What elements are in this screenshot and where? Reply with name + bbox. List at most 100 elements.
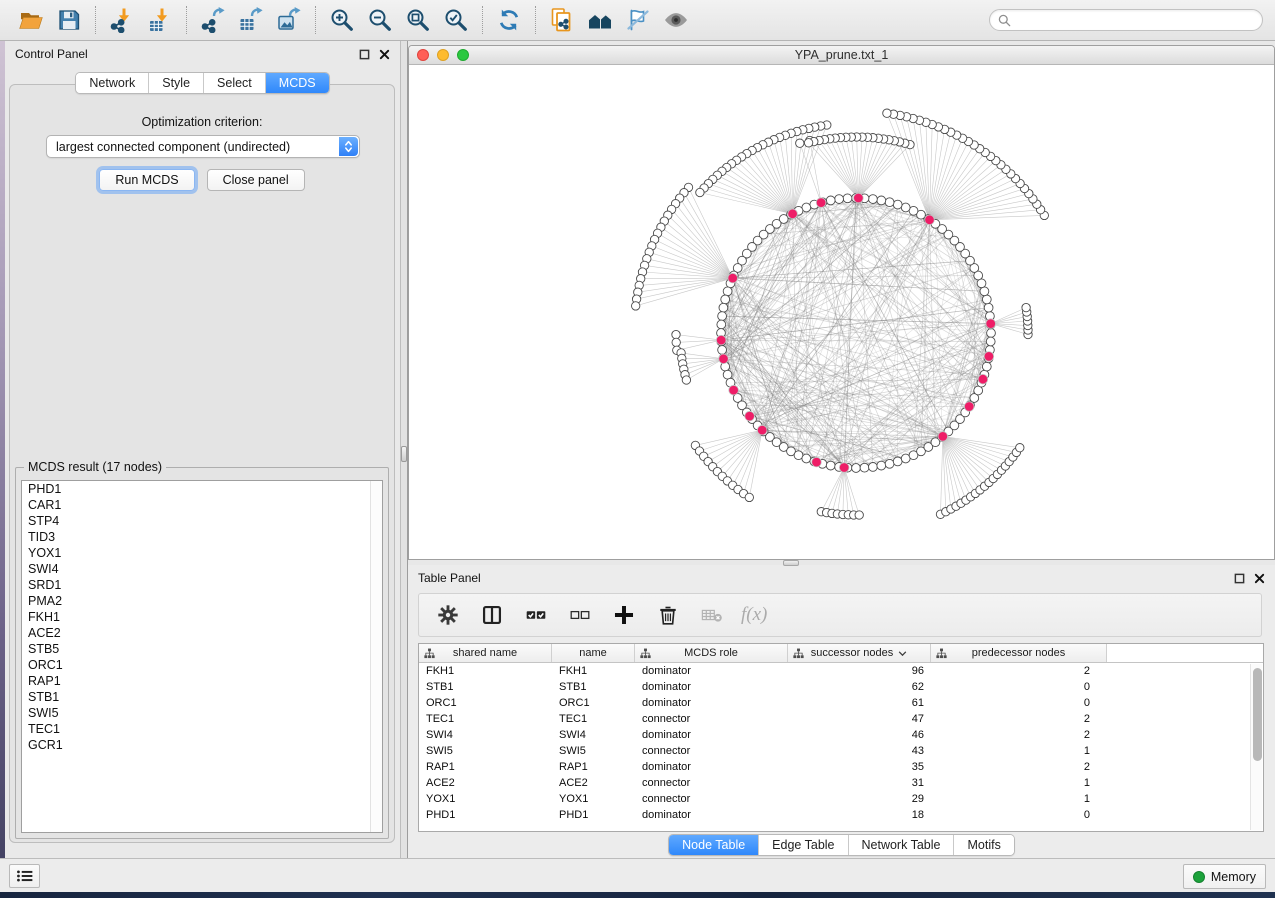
tab-network[interactable]: Network xyxy=(76,73,148,93)
cell-name[interactable]: FKH1 xyxy=(552,665,635,677)
close-table-panel-icon[interactable] xyxy=(1254,573,1265,584)
import-table-button[interactable] xyxy=(141,4,179,36)
mcds-node-item[interactable]: PHD1 xyxy=(22,481,382,497)
cell-shared-name[interactable]: SWI4 xyxy=(419,729,552,741)
table-scrollbar[interactable] xyxy=(1250,664,1262,830)
tab-network-table[interactable]: Network Table xyxy=(848,835,954,855)
network-node[interactable] xyxy=(893,457,902,466)
network-node[interactable] xyxy=(986,337,995,346)
mcds-hub-node[interactable] xyxy=(757,425,767,435)
tab-select[interactable]: Select xyxy=(203,73,265,93)
network-node[interactable] xyxy=(719,303,728,312)
zoom-fit-button[interactable] xyxy=(399,4,437,36)
cell-shared-name[interactable]: FKH1 xyxy=(419,665,552,677)
cell-predecessor-nodes[interactable]: 2 xyxy=(931,713,1107,725)
cell-predecessor-nodes[interactable]: 2 xyxy=(931,729,1107,741)
column-header-successor-nodes[interactable]: successor nodes xyxy=(788,644,931,662)
cell-shared-name[interactable]: STB1 xyxy=(419,681,552,693)
cell-predecessor-nodes[interactable]: 2 xyxy=(931,665,1107,677)
mcds-hub-node[interactable] xyxy=(978,374,988,384)
add-column-button[interactable] xyxy=(609,600,639,630)
cell-MCDS-role[interactable]: dominator xyxy=(635,681,788,693)
cell-MCDS-role[interactable]: dominator xyxy=(635,697,788,709)
cell-successor-nodes[interactable]: 96 xyxy=(788,665,931,677)
cell-predecessor-nodes[interactable]: 2 xyxy=(931,761,1107,773)
cell-successor-nodes[interactable]: 47 xyxy=(788,713,931,725)
network-node[interactable] xyxy=(718,346,727,355)
network-node[interactable] xyxy=(885,459,894,468)
network-node[interactable] xyxy=(826,196,835,205)
cell-predecessor-nodes[interactable]: 1 xyxy=(931,777,1107,789)
mcds-node-item[interactable]: CAR1 xyxy=(22,497,382,513)
tab-edge-table[interactable]: Edge Table xyxy=(758,835,847,855)
cell-name[interactable]: ACE2 xyxy=(552,777,635,789)
search-input[interactable] xyxy=(1016,13,1254,27)
mcds-hub-node[interactable] xyxy=(925,215,935,225)
cell-shared-name[interactable]: PHD1 xyxy=(419,809,552,821)
mcds-node-item[interactable]: ORC1 xyxy=(22,657,382,673)
table-row[interactable]: STB1STB1dominator620 xyxy=(419,679,1263,695)
mcds-node-item[interactable]: RAP1 xyxy=(22,673,382,689)
delete-column-button[interactable] xyxy=(653,600,683,630)
cell-shared-name[interactable]: ORC1 xyxy=(419,697,552,709)
mcds-node-item[interactable]: SWI5 xyxy=(22,705,382,721)
cell-MCDS-role[interactable]: dominator xyxy=(635,761,788,773)
cell-name[interactable]: SWI5 xyxy=(552,745,635,757)
network-node[interactable] xyxy=(717,320,726,329)
mcds-hub-node[interactable] xyxy=(984,352,994,362)
tab-node-table[interactable]: Node Table xyxy=(669,835,758,855)
network-node[interactable] xyxy=(723,370,732,379)
mcds-node-item[interactable]: YOX1 xyxy=(22,545,382,561)
cell-MCDS-role[interactable]: connector xyxy=(635,745,788,757)
network-node[interactable] xyxy=(718,312,727,321)
table-row[interactable]: TEC1TEC1connector472 xyxy=(419,711,1263,727)
mcds-hub-node[interactable] xyxy=(729,385,739,395)
network-node[interactable] xyxy=(860,463,869,472)
column-header-MCDS-role[interactable]: MCDS role xyxy=(635,644,788,662)
cell-MCDS-role[interactable]: dominator xyxy=(635,809,788,821)
cell-MCDS-role[interactable]: connector xyxy=(635,713,788,725)
cell-name[interactable]: PHD1 xyxy=(552,809,635,821)
cell-name[interactable]: YOX1 xyxy=(552,793,635,805)
network-node[interactable] xyxy=(885,198,894,207)
cell-successor-nodes[interactable]: 46 xyxy=(788,729,931,741)
mcds-node-item[interactable]: TID3 xyxy=(22,529,382,545)
network-node[interactable] xyxy=(883,109,891,117)
mcds-result-list[interactable]: PHD1CAR1STP4TID3YOX1SWI4SRD1PMA2FKH1ACE2… xyxy=(21,480,383,833)
table-scrollbar-thumb[interactable] xyxy=(1253,668,1262,761)
cell-shared-name[interactable]: SWI5 xyxy=(419,745,552,757)
network-titlebar[interactable]: YPA_prune.txt_1 xyxy=(409,46,1274,65)
cell-name[interactable]: TEC1 xyxy=(552,713,635,725)
mcds-hub-node[interactable] xyxy=(816,198,826,208)
select-all-rows-button[interactable] xyxy=(521,600,551,630)
mcds-node-item[interactable]: STB1 xyxy=(22,689,382,705)
criterion-dropdown[interactable]: largest connected component (undirected) xyxy=(46,135,360,158)
tab-motifs[interactable]: Motifs xyxy=(953,835,1013,855)
network-node[interactable] xyxy=(835,195,844,204)
mcds-node-item[interactable]: STP4 xyxy=(22,513,382,529)
table-row[interactable]: SWI4SWI4dominator462 xyxy=(419,727,1263,743)
cell-shared-name[interactable]: ACE2 xyxy=(419,777,552,789)
mcds-node-item[interactable]: STB5 xyxy=(22,641,382,657)
horizontal-splitter-handle[interactable] xyxy=(783,560,799,566)
export-table-button[interactable] xyxy=(232,4,270,36)
task-history-button[interactable] xyxy=(9,864,40,888)
mcds-node-item[interactable]: FKH1 xyxy=(22,609,382,625)
cell-predecessor-nodes[interactable]: 0 xyxy=(931,697,1107,709)
cell-name[interactable]: ORC1 xyxy=(552,697,635,709)
cell-predecessor-nodes[interactable]: 1 xyxy=(931,793,1107,805)
network-node[interactable] xyxy=(672,338,680,346)
cell-shared-name[interactable]: YOX1 xyxy=(419,793,552,805)
zoom-out-button[interactable] xyxy=(361,4,399,36)
mcds-node-item[interactable]: TEC1 xyxy=(22,721,382,737)
open-file-button[interactable] xyxy=(12,4,50,36)
mcds-node-item[interactable]: SRD1 xyxy=(22,577,382,593)
table-row[interactable]: FKH1FKH1dominator962 xyxy=(419,663,1263,679)
cell-shared-name[interactable]: RAP1 xyxy=(419,761,552,773)
table-row[interactable]: ORC1ORC1dominator610 xyxy=(419,695,1263,711)
cell-shared-name[interactable]: TEC1 xyxy=(419,713,552,725)
network-node[interactable] xyxy=(901,203,910,212)
search-box[interactable] xyxy=(989,9,1263,31)
cell-MCDS-role[interactable]: connector xyxy=(635,793,788,805)
network-node[interactable] xyxy=(1022,303,1030,311)
